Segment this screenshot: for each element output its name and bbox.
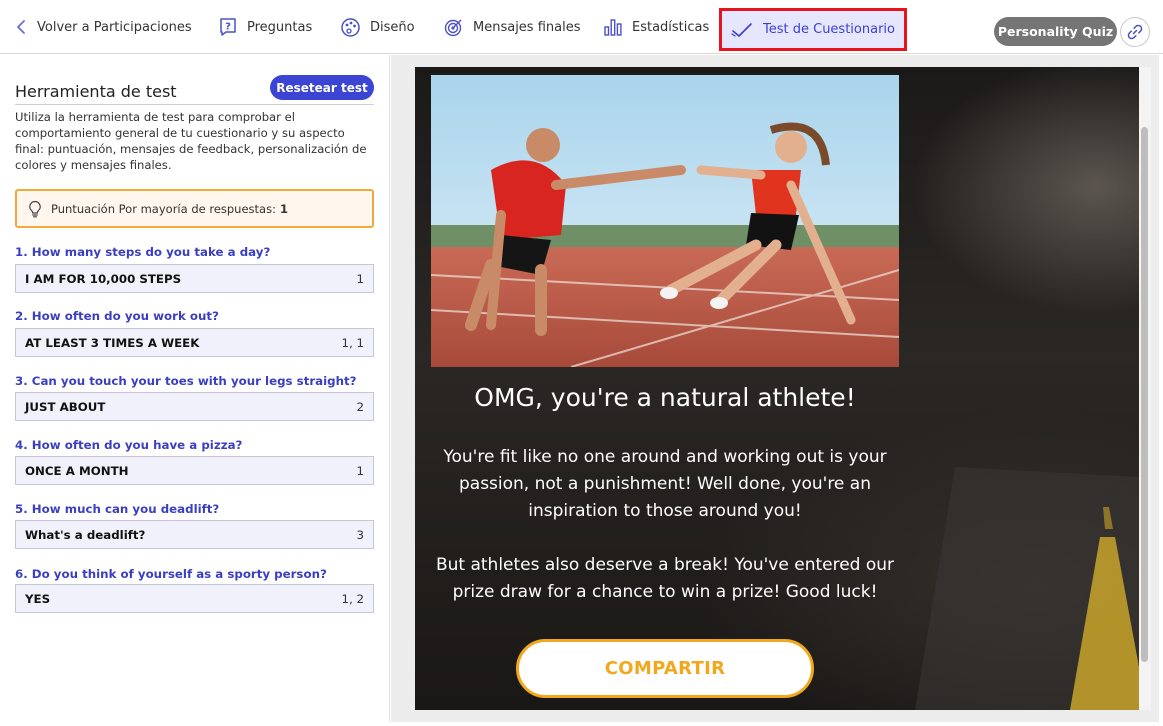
answer-text: What's a deadlift? <box>25 527 146 542</box>
test-tool-panel: Herramienta de test Resetear test Utiliz… <box>4 55 390 722</box>
answer-score: 1 <box>356 463 364 478</box>
answer-row[interactable]: What's a deadlift? 3 <box>15 520 374 549</box>
question-label: 2. How often do you work out? <box>15 309 219 323</box>
palette-icon <box>341 17 360 37</box>
score-summary-box: Puntuación Por mayoría de respuestas: 1 <box>15 189 374 228</box>
checkmark-icon <box>731 22 752 37</box>
answer-text: JUST ABOUT <box>25 399 106 414</box>
lightbulb-icon <box>29 200 41 217</box>
question-label: 3. Can you touch your toes with your leg… <box>15 374 357 388</box>
top-navigation-bar: Volver a Participaciones ? Preguntas Dis… <box>0 0 1163 54</box>
answer-score: 2 <box>356 399 364 414</box>
link-icon <box>1127 24 1143 40</box>
answer-score: 1, 1 <box>341 335 364 350</box>
tab-test-label: Test de Cuestionario <box>763 22 895 37</box>
panel-description: Utiliza la herramienta de test para comp… <box>15 110 367 172</box>
panel-title: Herramienta de test <box>15 82 177 101</box>
back-to-participations-link[interactable]: Volver a Participaciones <box>14 0 192 54</box>
answer-row[interactable]: AT LEAST 3 TIMES A WEEK 1, 1 <box>15 328 374 357</box>
result-paragraph: You're fit like no one around and workin… <box>443 447 887 521</box>
result-preview-frame[interactable]: OMG, you're a natural athlete! You're fi… <box>415 67 1139 710</box>
answer-row[interactable]: JUST ABOUT 2 <box>15 392 374 421</box>
bar-chart-icon <box>604 19 622 36</box>
score-label: Puntuación Por mayoría de respuestas: <box>51 201 276 216</box>
preview-scrollbar[interactable] <box>1139 67 1151 710</box>
quiz-type-badge: Personality Quiz <box>994 17 1117 46</box>
tab-test-de-cuestionario[interactable]: Test de Cuestionario <box>719 8 907 51</box>
tab-mensajes-label: Mensajes finales <box>473 19 581 35</box>
title-divider <box>15 104 374 105</box>
answer-row[interactable]: ONCE A MONTH 1 <box>15 456 374 485</box>
answer-text: ONCE A MONTH <box>25 463 129 478</box>
result-title: OMG, you're a natural athlete! <box>474 383 856 412</box>
answer-score: 1, 2 <box>341 591 364 606</box>
share-link-button[interactable] <box>1120 17 1150 47</box>
answer-row[interactable]: I AM FOR 10,000 STEPS 1 <box>15 264 374 293</box>
score-value: 1 <box>279 201 288 216</box>
back-label: Volver a Participaciones <box>37 19 192 35</box>
quiz-preview-area: OMG, you're a natural athlete! You're fi… <box>391 55 1159 722</box>
question-label: 1. How many steps do you take a day? <box>15 245 271 259</box>
target-icon <box>444 19 462 36</box>
question-label: 6. Do you think of yourself as a sporty … <box>15 567 327 581</box>
tab-estadisticas[interactable]: Estadísticas <box>603 0 709 54</box>
share-button[interactable]: COMPARTIR <box>516 639 814 698</box>
athletes-photo <box>431 75 899 367</box>
answer-score: 1 <box>356 271 364 286</box>
question-label: 5. How much can you deadlift? <box>15 502 220 516</box>
result-paragraph: But athletes also deserve a break! You'v… <box>435 555 895 602</box>
tab-estadisticas-label: Estadísticas <box>632 19 710 35</box>
reset-test-button[interactable]: Resetear test <box>270 75 374 100</box>
answer-row[interactable]: YES 1, 2 <box>15 584 374 613</box>
question-icon: ? <box>220 18 236 36</box>
tab-preguntas[interactable]: ? Preguntas <box>218 0 312 54</box>
question-label: 4. How often do you have a pizza? <box>15 438 243 452</box>
tab-diseno-label: Diseño <box>370 19 415 35</box>
answer-text: YES <box>25 591 51 606</box>
answer-text: AT LEAST 3 TIMES A WEEK <box>25 335 200 350</box>
chevron-left-icon <box>17 20 25 34</box>
scrollbar-thumb[interactable] <box>1141 127 1148 662</box>
svg-text:?: ? <box>225 22 231 33</box>
tab-diseno[interactable]: Diseño <box>340 0 415 54</box>
answer-score: 3 <box>356 527 364 542</box>
tab-mensajes-finales[interactable]: Mensajes finales <box>443 0 581 54</box>
tab-preguntas-label: Preguntas <box>247 19 313 35</box>
answer-text: I AM FOR 10,000 STEPS <box>25 271 182 286</box>
